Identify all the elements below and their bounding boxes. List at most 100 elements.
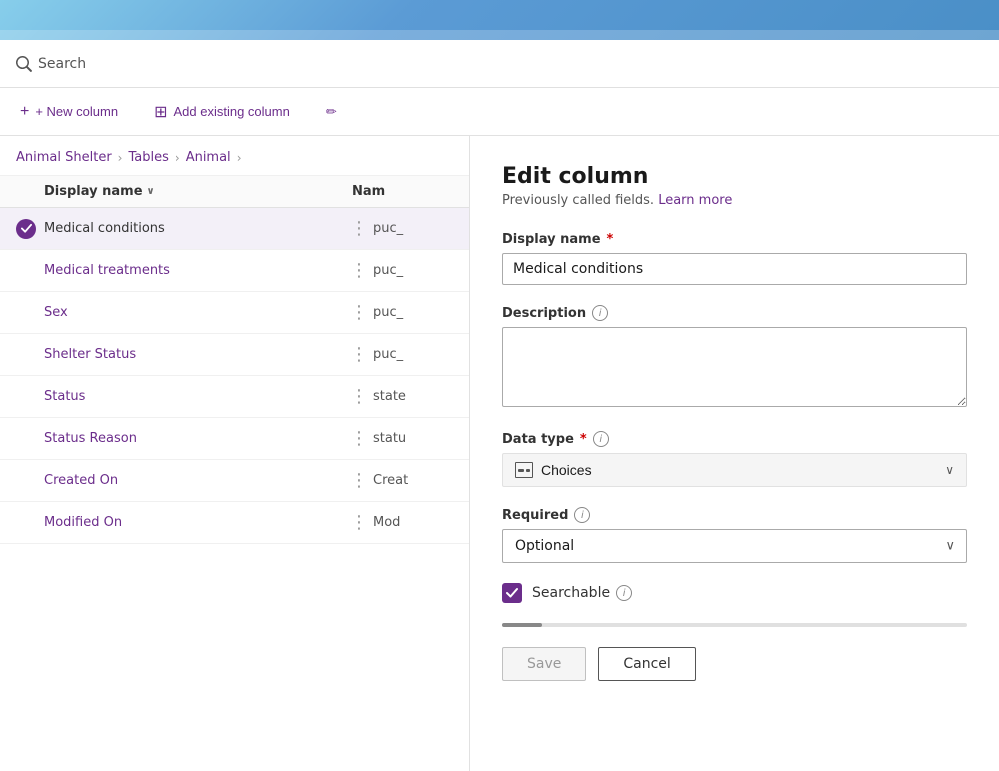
toolbar: + + New column ⊞ Add existing column ✏ bbox=[0, 88, 999, 136]
search-label: Search bbox=[38, 56, 86, 72]
row-name: statu bbox=[373, 431, 453, 446]
data-type-required-star: * bbox=[580, 432, 587, 447]
right-panel: Edit column Previously called fields. Le… bbox=[470, 136, 999, 771]
required-dropdown-wrap: Optional Required ∨ bbox=[502, 529, 967, 563]
panel-subtitle-text: Previously called fields. bbox=[502, 193, 654, 208]
table-header: Display name ∨ Nam bbox=[0, 176, 469, 208]
check-circle-icon bbox=[16, 219, 36, 239]
data-type-value-text: Choices bbox=[541, 462, 592, 478]
row-menu-button[interactable]: ⋮ bbox=[345, 260, 373, 281]
required-info-icon[interactable]: i bbox=[574, 507, 590, 523]
breadcrumb-sep-1: › bbox=[118, 151, 123, 165]
search-area[interactable]: Search bbox=[16, 56, 86, 72]
description-textarea[interactable] bbox=[502, 327, 967, 407]
display-name-label: Display name * bbox=[502, 232, 967, 247]
row-label: Medical conditions bbox=[44, 221, 345, 236]
row-menu-button[interactable]: ⋮ bbox=[345, 302, 373, 323]
row-label: Shelter Status bbox=[44, 347, 345, 362]
row-name: puc_ bbox=[373, 347, 453, 362]
table-row[interactable]: Created On ⋮ Creat bbox=[0, 460, 469, 502]
add-existing-label: Add existing column bbox=[173, 104, 289, 119]
breadcrumb-animal[interactable]: Animal bbox=[186, 150, 231, 165]
row-menu-button[interactable]: ⋮ bbox=[345, 344, 373, 365]
cancel-button[interactable]: Cancel bbox=[598, 647, 695, 681]
table-row[interactable]: Medical conditions ⋮ puc_ bbox=[0, 208, 469, 250]
table-row[interactable]: Status ⋮ state bbox=[0, 376, 469, 418]
panel-subtitle: Previously called fields. Learn more bbox=[502, 193, 967, 208]
description-section: Description i bbox=[502, 305, 967, 411]
col-header-name: Nam bbox=[352, 184, 453, 199]
learn-more-link[interactable]: Learn more bbox=[658, 193, 732, 208]
row-name: Creat bbox=[373, 473, 453, 488]
search-icon bbox=[16, 56, 32, 72]
breadcrumb-sep-3: › bbox=[237, 151, 242, 165]
edit-icon-button[interactable]: ✏ bbox=[318, 100, 345, 124]
row-label: Created On bbox=[44, 473, 345, 488]
panel-title: Edit column bbox=[502, 164, 967, 189]
required-select[interactable]: Optional Required bbox=[502, 529, 967, 563]
row-label: Medical treatments bbox=[44, 263, 345, 278]
display-name-label-text: Display name bbox=[502, 232, 601, 247]
row-menu-button[interactable]: ⋮ bbox=[345, 386, 373, 407]
table-row[interactable]: Medical treatments ⋮ puc_ bbox=[0, 250, 469, 292]
row-name: Mod bbox=[373, 515, 453, 530]
required-label-text: Required bbox=[502, 508, 568, 523]
breadcrumb-sep-2: › bbox=[175, 151, 180, 165]
table-row[interactable]: Sex ⋮ puc_ bbox=[0, 292, 469, 334]
description-label-text: Description bbox=[502, 306, 586, 321]
row-label: Status Reason bbox=[44, 431, 345, 446]
data-type-chevron-icon: ∨ bbox=[945, 463, 954, 477]
display-name-input[interactable] bbox=[502, 253, 967, 285]
row-menu-button[interactable]: ⋮ bbox=[345, 218, 373, 239]
plus-icon: + bbox=[20, 103, 29, 121]
data-type-label-text: Data type bbox=[502, 432, 574, 447]
header-image bbox=[0, 0, 999, 40]
table-row[interactable]: Shelter Status ⋮ puc_ bbox=[0, 334, 469, 376]
main-area: Animal Shelter › Tables › Animal › Displ… bbox=[0, 136, 999, 771]
col-header-display-label: Display name bbox=[44, 184, 143, 199]
row-menu-button[interactable]: ⋮ bbox=[345, 512, 373, 533]
searchable-label: Searchable i bbox=[532, 585, 632, 601]
save-button[interactable]: Save bbox=[502, 647, 586, 681]
new-column-label: + New column bbox=[35, 104, 118, 119]
row-menu-button[interactable]: ⋮ bbox=[345, 428, 373, 449]
data-type-label: Data type * i bbox=[502, 431, 967, 447]
data-type-info-icon[interactable]: i bbox=[593, 431, 609, 447]
row-name: puc_ bbox=[373, 221, 453, 236]
new-column-button[interactable]: + + New column bbox=[12, 99, 126, 125]
col-header-display[interactable]: Display name ∨ bbox=[44, 184, 324, 199]
scroll-thumb bbox=[502, 623, 542, 627]
row-label: Modified On bbox=[44, 515, 345, 530]
searchable-checkbox[interactable] bbox=[502, 583, 522, 603]
searchable-row: Searchable i bbox=[502, 583, 967, 603]
left-panel: Animal Shelter › Tables › Animal › Displ… bbox=[0, 136, 470, 771]
checkmark-row-icon bbox=[21, 223, 32, 234]
row-name: puc_ bbox=[373, 305, 453, 320]
row-name: state bbox=[373, 389, 453, 404]
description-label: Description i bbox=[502, 305, 967, 321]
checkmark-icon bbox=[506, 587, 518, 599]
row-check bbox=[16, 219, 44, 239]
breadcrumb-tables[interactable]: Tables bbox=[128, 150, 168, 165]
table-icon: ⊞ bbox=[154, 102, 167, 122]
pencil-icon: ✏ bbox=[326, 104, 337, 120]
sort-arrow-icon: ∨ bbox=[147, 186, 155, 197]
choices-icon bbox=[515, 462, 533, 478]
data-type-select[interactable]: Choices ∨ bbox=[502, 453, 967, 487]
searchable-section: Searchable i bbox=[502, 583, 967, 603]
button-row: Save Cancel bbox=[502, 647, 967, 681]
data-type-section: Data type * i Choices ∨ bbox=[502, 431, 967, 487]
add-existing-column-button[interactable]: ⊞ Add existing column bbox=[146, 98, 298, 126]
table-row[interactable]: Modified On ⋮ Mod bbox=[0, 502, 469, 544]
col-header-name-label: Nam bbox=[352, 184, 385, 199]
searchable-label-text: Searchable bbox=[532, 585, 610, 601]
scroll-hint bbox=[502, 623, 967, 627]
description-info-icon[interactable]: i bbox=[592, 305, 608, 321]
table-row[interactable]: Status Reason ⋮ statu bbox=[0, 418, 469, 460]
row-menu-button[interactable]: ⋮ bbox=[345, 470, 373, 491]
searchable-info-icon[interactable]: i bbox=[616, 585, 632, 601]
breadcrumb: Animal Shelter › Tables › Animal › bbox=[0, 136, 469, 176]
row-name: puc_ bbox=[373, 263, 453, 278]
breadcrumb-animal-shelter[interactable]: Animal Shelter bbox=[16, 150, 112, 165]
data-type-value-wrap: Choices bbox=[515, 462, 592, 478]
